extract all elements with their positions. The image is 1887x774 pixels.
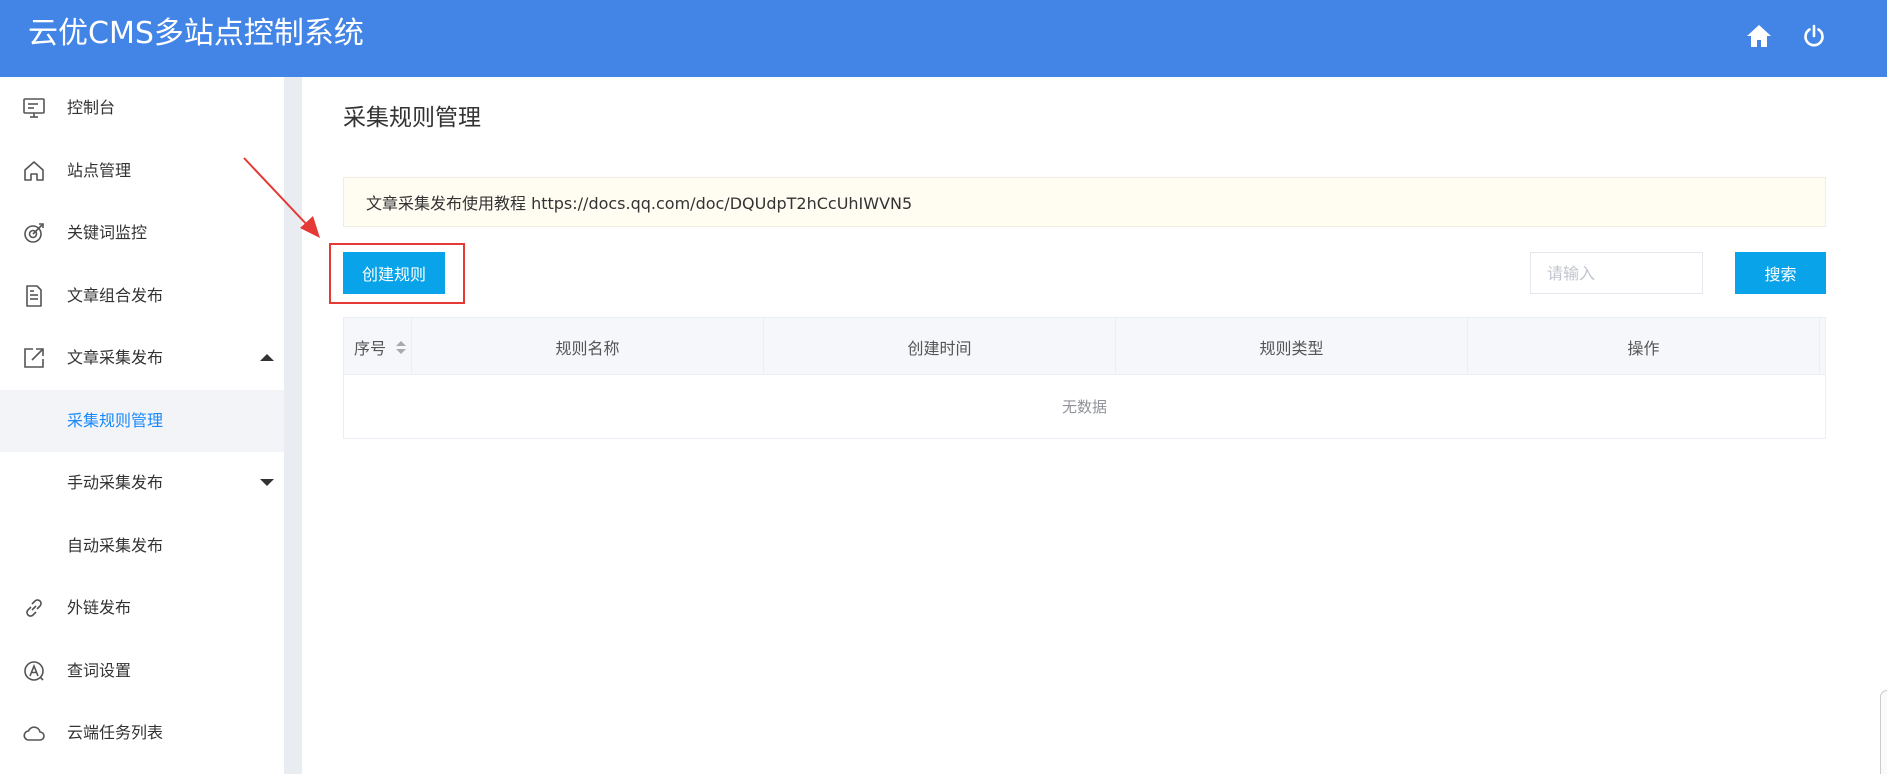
sort-icon[interactable]: [396, 341, 406, 355]
sidebar-item-query-settings[interactable]: 查词设置: [0, 640, 284, 702]
sidebar-item-label: 控制台: [67, 98, 116, 117]
top-header: 云优CMS多站点控制系统: [0, 0, 1887, 77]
main-content: 采集规则管理 文章采集发布使用教程 https://docs.qq.com/do…: [302, 77, 1887, 774]
sidebar-item-label: 云端任务列表: [67, 723, 164, 742]
sidebar-item-keyword-monitor[interactable]: 关键词监控: [0, 202, 284, 264]
sidebar-item-article-collect[interactable]: 文章采集发布: [0, 327, 284, 389]
column-header-actions: 操作: [1468, 318, 1820, 375]
home-outline-icon: [22, 159, 46, 183]
sidebar-item-label: 采集规则管理: [67, 411, 164, 430]
scrollbar-edge: [1880, 690, 1887, 774]
table-header: 序号 规则名称 创建时间 规则类型 操作: [344, 318, 1825, 375]
cloud-icon: [22, 721, 46, 745]
external-link-icon: [22, 346, 46, 370]
sidebar-item-article-combine[interactable]: 文章组合发布: [0, 265, 284, 327]
notice-text: 文章采集发布使用教程 https://docs.qq.com/doc/DQUdp…: [366, 194, 913, 213]
sidebar-item-label: 文章采集发布: [67, 348, 164, 367]
table-empty-text: 无数据: [1061, 398, 1107, 416]
search-input[interactable]: [1530, 252, 1703, 294]
tutorial-notice: 文章采集发布使用教程 https://docs.qq.com/doc/DQUdp…: [343, 177, 1826, 227]
sidebar-item-site-management[interactable]: 站点管理: [0, 140, 284, 202]
sidebar-item-dashboard[interactable]: 控制台: [0, 77, 284, 139]
sidebar-item-auto-collect[interactable]: 自动采集发布: [0, 515, 284, 577]
sidebar-divider: [284, 77, 302, 774]
sidebar-item-label: 自动采集发布: [67, 536, 164, 555]
sidebar-item-label: 站点管理: [67, 161, 132, 180]
home-icon[interactable]: [1743, 20, 1775, 52]
create-rule-button[interactable]: 创建规则: [343, 252, 445, 294]
column-header-rule-name: 规则名称: [412, 318, 764, 375]
monitor-icon: [22, 96, 46, 120]
column-header-rule-type: 规则类型: [1116, 318, 1468, 375]
sidebar-item-label: 关键词监控: [67, 223, 148, 242]
column-header-index[interactable]: 序号: [344, 318, 412, 375]
sidebar-item-label: 外链发布: [67, 598, 132, 617]
sidebar-item-cloud-tasks[interactable]: 云端任务列表: [0, 702, 284, 764]
link-icon: [22, 596, 46, 620]
app-title: 云优CMS多站点控制系统: [28, 16, 364, 51]
circle-a-icon: [22, 659, 46, 683]
sidebar-item-label: 手动采集发布: [67, 473, 164, 492]
search-button[interactable]: 搜索: [1735, 252, 1826, 294]
power-icon[interactable]: [1798, 20, 1830, 52]
rules-table: 序号 规则名称 创建时间 规则类型 操作 无数据: [343, 317, 1826, 439]
target-icon: [22, 221, 46, 245]
chevron-up-icon: [260, 354, 274, 361]
sidebar-item-external-links[interactable]: 外链发布: [0, 577, 284, 639]
chevron-down-icon: [260, 479, 274, 486]
sidebar-item-label: 查词设置: [67, 661, 132, 680]
sidebar-item-collect-rules[interactable]: 采集规则管理: [0, 390, 284, 452]
column-header-created-time: 创建时间: [764, 318, 1116, 375]
sidebar-item-manual-collect[interactable]: 手动采集发布: [0, 452, 284, 514]
document-icon: [22, 284, 46, 308]
sidebar: 控制台 站点管理 关键词监控 文章组合发布 文章采集发布 采集规则管理 手动采集…: [0, 77, 284, 774]
sidebar-item-label: 文章组合发布: [67, 286, 164, 305]
page-title: 采集规则管理: [343, 105, 481, 131]
